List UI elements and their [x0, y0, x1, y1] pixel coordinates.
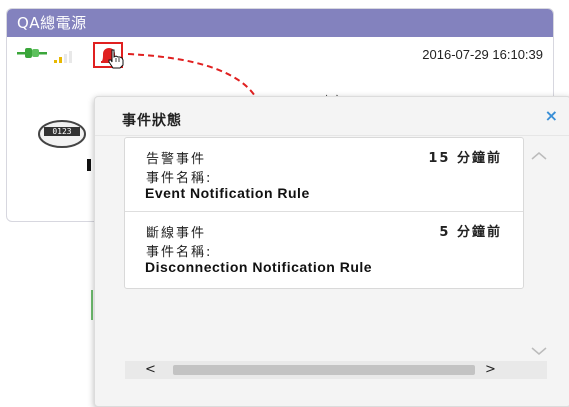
close-icon[interactable]: ×: [545, 106, 558, 125]
event-time: 15 分鐘前: [428, 151, 502, 166]
scroll-right-icon[interactable]: >: [485, 361, 496, 379]
plug-icon: [17, 45, 47, 65]
event-list: 告警事件 15 分鐘前 事件名稱: Event Notification Rul…: [124, 137, 524, 289]
chart-fragment: [91, 290, 93, 320]
device-timestamp: 2016-07-29 16:10:39: [422, 47, 543, 62]
event-item[interactable]: 斷線事件 5 分鐘前 事件名稱: Disconnection Notificat…: [125, 212, 523, 286]
event-rule: Event Notification Rule: [145, 185, 310, 201]
event-type: 告警事件: [146, 152, 207, 167]
device-card-title: QA總電源: [7, 9, 553, 37]
scroll-left-icon[interactable]: <: [145, 361, 156, 379]
status-row: 2016-07-29 16:10:39: [7, 42, 553, 69]
card-fragment: [87, 159, 91, 171]
hand-cursor-icon: [107, 49, 125, 73]
horizontal-scrollbar[interactable]: < >: [125, 361, 547, 379]
event-status-popup: 事件狀態 × 告警事件 15 分鐘前 事件名稱: Event Notificat…: [94, 96, 569, 407]
meter-icon: [37, 119, 87, 153]
scrollbar-thumb[interactable]: [173, 365, 475, 375]
event-time: 5 分鐘前: [439, 225, 502, 240]
alarm-button[interactable]: [93, 42, 124, 69]
event-item[interactable]: 告警事件 15 分鐘前 事件名稱: Event Notification Rul…: [125, 138, 523, 212]
scroll-down-icon[interactable]: [531, 341, 547, 360]
meter-readout: 0123: [52, 127, 72, 136]
popup-divider: [95, 135, 569, 136]
popup-title: 事件狀態: [122, 113, 182, 129]
event-rule: Disconnection Notification Rule: [145, 259, 373, 275]
event-name-label: 事件名稱:: [146, 171, 213, 186]
signal-icon: [54, 49, 74, 68]
scroll-up-icon[interactable]: [531, 146, 547, 165]
event-name-label: 事件名稱:: [146, 245, 213, 260]
event-type: 斷線事件: [146, 226, 207, 241]
